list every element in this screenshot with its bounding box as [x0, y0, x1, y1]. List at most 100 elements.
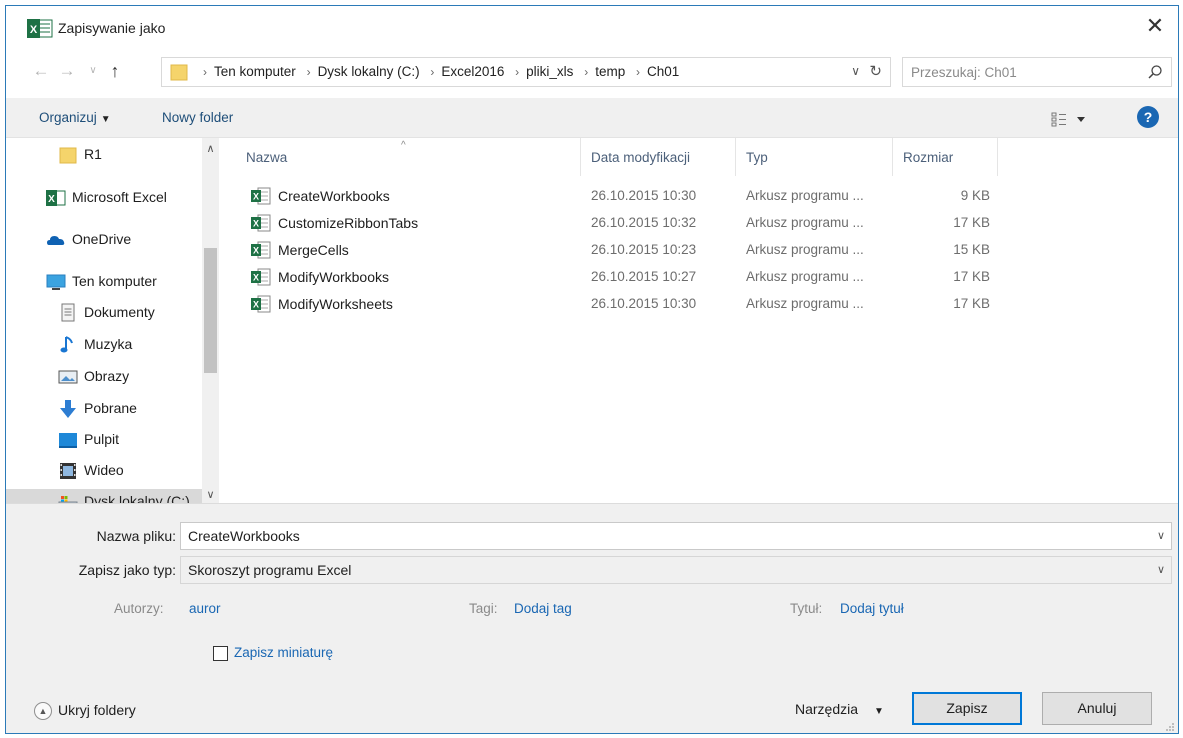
filename-field[interactable]: CreateWorkbooks ∨: [180, 522, 1172, 550]
back-arrow-icon[interactable]: ←: [30, 60, 52, 82]
breadcrumb-item[interactable]: Dysk lokalny (C:): [318, 64, 420, 79]
cancel-button[interactable]: Anuluj: [1042, 692, 1152, 725]
navigation-pane: R1 X Microsoft Excel OneDrive Ten komput…: [6, 138, 220, 503]
sidebar-item-r1[interactable]: R1: [6, 142, 202, 168]
sidebar-item-dokumenty[interactable]: Dokumenty: [6, 300, 202, 326]
sidebar-item-pulpit[interactable]: Pulpit: [6, 427, 202, 453]
folder-icon: [170, 64, 188, 81]
hide-folders-button[interactable]: ▲ Ukryj foldery: [34, 702, 136, 721]
sidebar-item-ten-komputer[interactable]: Ten komputer: [6, 269, 202, 295]
chevron-down-icon[interactable]: ∨: [851, 64, 860, 78]
tags-field[interactable]: Dodaj tag: [514, 601, 572, 616]
help-icon[interactable]: ?: [1137, 106, 1159, 128]
view-options-icon[interactable]: [1051, 110, 1091, 128]
file-type-select[interactable]: Skoroszyt programu Excel ∨: [180, 556, 1172, 584]
save-button[interactable]: Zapisz: [912, 692, 1022, 725]
forward-arrow-icon[interactable]: →: [56, 60, 78, 82]
file-row[interactable]: X CustomizeRibbonTabs 26.10.2015 10:32 A…: [221, 210, 1001, 237]
chevron-right-icon[interactable]: ›: [307, 65, 311, 79]
chevron-right-icon[interactable]: ›: [515, 65, 519, 79]
chevron-right-icon[interactable]: ›: [636, 65, 640, 79]
file-name: MergeCells: [278, 242, 349, 258]
sidebar-item-label: Pulpit: [84, 431, 120, 447]
recent-locations-chevron-icon[interactable]: ∨: [82, 60, 104, 82]
search-input[interactable]: Przeszukaj: Ch01: [911, 65, 1017, 80]
sidebar-item-label: Muzyka: [84, 336, 133, 352]
file-type-label: Zapisz jako typ:: [78, 562, 176, 578]
pictures-icon: [58, 370, 78, 384]
dialog-title: Zapisywanie jako: [58, 20, 166, 36]
excel-file-icon: X: [251, 187, 271, 205]
close-button[interactable]: ✕: [1142, 14, 1168, 40]
sidebar-item-pobrane[interactable]: Pobrane: [6, 396, 202, 422]
new-folder-button[interactable]: Nowy folder: [162, 110, 233, 125]
chevron-down-icon[interactable]: ∨: [1157, 563, 1165, 576]
hide-folders-label: Ukryj foldery: [58, 702, 136, 718]
command-bar: Organizuj ▼ Nowy folder ?: [6, 98, 1178, 138]
sidebar-item-wideo[interactable]: Wideo: [6, 458, 202, 484]
refresh-icon[interactable]: ↻: [869, 62, 882, 80]
up-arrow-icon[interactable]: ↑: [104, 60, 126, 82]
save-options-panel: Nazwa pliku: CreateWorkbooks ∨ Zapisz ja…: [6, 503, 1178, 733]
sidebar-item-label: Wideo: [84, 462, 124, 478]
thumbnail-checkbox-label[interactable]: Zapisz miniaturę: [234, 645, 333, 660]
authors-field[interactable]: auror: [189, 601, 221, 616]
sidebar-item-muzyka[interactable]: Muzyka: [6, 332, 202, 358]
column-header-date[interactable]: Data modyfikacji: [581, 138, 736, 176]
thumbnail-checkbox[interactable]: [213, 646, 228, 661]
chevron-right-icon[interactable]: ›: [430, 65, 434, 79]
file-type-value: Skoroszyt programu Excel: [188, 562, 352, 578]
computer-icon: [46, 274, 66, 290]
file-row[interactable]: X CreateWorkbooks 26.10.2015 10:30 Arkus…: [221, 183, 1001, 210]
file-type: Arkusz programu ...: [746, 269, 864, 284]
breadcrumb-item[interactable]: Ten komputer: [214, 64, 296, 79]
tools-menu[interactable]: Narzędzia ▼: [795, 701, 884, 717]
sort-ascending-icon: ^: [401, 140, 406, 151]
breadcrumb-item[interactable]: Excel2016: [441, 64, 504, 79]
sidebar-item-dysk-lokalny[interactable]: Dysk lokalny (C:): [6, 489, 202, 503]
chevron-up-icon: ▲: [34, 702, 52, 721]
title-label: Tytuł:: [790, 601, 823, 616]
file-date: 26.10.2015 10:23: [591, 242, 697, 257]
file-date: 26.10.2015 10:32: [591, 215, 697, 230]
file-date: 26.10.2015 10:27: [591, 269, 697, 284]
column-header-name[interactable]: ^ Nazwa: [221, 138, 581, 176]
svg-text:X: X: [253, 300, 259, 310]
column-header-size[interactable]: Rozmiar: [893, 138, 998, 176]
title-field[interactable]: Dodaj tytuł: [840, 601, 904, 616]
chevron-right-icon[interactable]: ›: [584, 65, 588, 79]
filename-input[interactable]: CreateWorkbooks: [188, 528, 300, 544]
svg-text:X: X: [253, 219, 259, 229]
sidebar-item-microsoft-excel[interactable]: X Microsoft Excel: [6, 185, 202, 211]
authors-label: Autorzy:: [114, 601, 164, 616]
chevron-right-icon: ›: [203, 65, 207, 79]
scrollbar-thumb[interactable]: [204, 248, 217, 373]
breadcrumb-item[interactable]: pliki_xls: [526, 64, 573, 79]
sidebar-item-onedrive[interactable]: OneDrive: [6, 227, 202, 253]
file-size: 17 KB: [953, 215, 990, 230]
organize-button[interactable]: Organizuj ▼: [39, 110, 111, 125]
file-size: 15 KB: [953, 242, 990, 257]
file-row[interactable]: X MergeCells 26.10.2015 10:23 Arkusz pro…: [221, 237, 1001, 264]
column-header-type[interactable]: Typ: [736, 138, 893, 176]
sidebar-item-label: Microsoft Excel: [72, 189, 167, 205]
file-row[interactable]: X ModifyWorkbooks 26.10.2015 10:27 Arkus…: [221, 264, 1001, 291]
sidebar-item-obrazy[interactable]: Obrazy: [6, 364, 202, 390]
navigation-pane-scrollbar[interactable]: ∧ ∨: [202, 138, 219, 503]
svg-text:X: X: [253, 273, 259, 283]
address-bar[interactable]: › Ten komputer › Dysk lokalny (C:) › Excel2…: [161, 57, 891, 87]
organize-label: Organizuj: [39, 110, 97, 125]
excel-file-icon: X: [251, 214, 271, 232]
search-box[interactable]: Przeszukaj: Ch01: [902, 57, 1172, 87]
breadcrumb-item[interactable]: Ch01: [647, 64, 679, 79]
breadcrumb-item[interactable]: temp: [595, 64, 625, 79]
scroll-up-icon[interactable]: ∧: [202, 142, 219, 155]
scroll-down-icon[interactable]: ∨: [202, 488, 219, 501]
resize-grip-icon[interactable]: [1165, 722, 1175, 732]
file-row[interactable]: X ModifyWorksheets 26.10.2015 10:30 Arku…: [221, 291, 1001, 318]
search-icon[interactable]: [1147, 64, 1163, 80]
excel-icon: X: [46, 190, 66, 206]
chevron-down-icon[interactable]: ∨: [1157, 529, 1165, 542]
folder-icon: [59, 147, 77, 164]
svg-text:X: X: [253, 192, 259, 202]
